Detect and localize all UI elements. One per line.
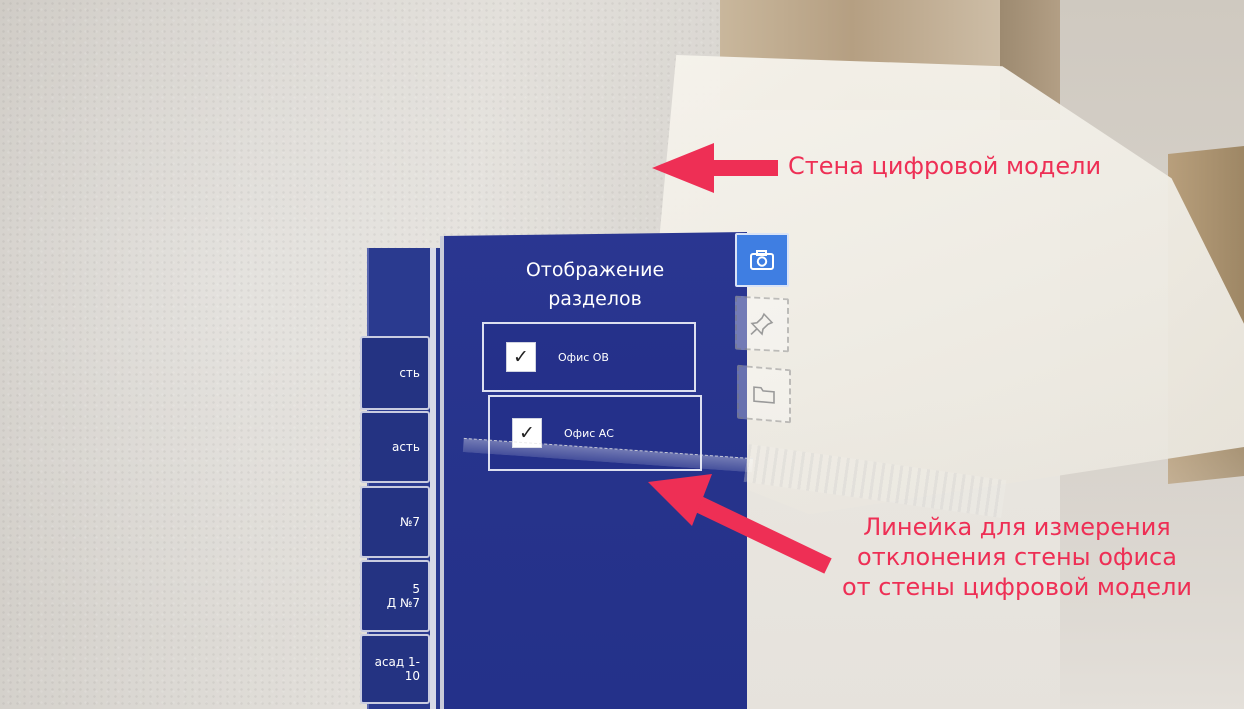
folder-button[interactable] — [737, 364, 791, 424]
camera-button[interactable] — [735, 233, 789, 287]
side-tab-label: 5 — [412, 581, 420, 596]
side-tab-label: сть — [399, 365, 420, 380]
folder-icon — [753, 386, 775, 404]
annotation-ruler-line3: от стены цифровой модели — [841, 573, 1192, 601]
annotation-ruler-line2: отклонения стены офиса — [857, 543, 1177, 571]
side-tab-label: асть — [391, 439, 420, 454]
side-tab-4[interactable]: 5 Д №7 — [360, 560, 430, 632]
section-item-ov[interactable]: ✓ Офис ОВ — [482, 322, 696, 392]
section-checkbox[interactable]: ✓ — [506, 342, 536, 372]
annotation-ruler-line1: Линейка для измерения — [863, 513, 1171, 541]
check-icon: ✓ — [513, 346, 529, 368]
side-tab-1[interactable]: сть — [360, 336, 430, 410]
camera-icon — [750, 250, 774, 270]
panel-title: Отображение разделов — [470, 256, 720, 314]
side-tab-label: асад 1-10 — [374, 654, 420, 683]
section-label: Офис ОВ — [558, 350, 609, 364]
pin-button[interactable] — [735, 295, 789, 353]
side-tab-2[interactable]: асть — [360, 411, 430, 483]
check-icon: ✓ — [519, 422, 535, 444]
section-label: Офис АС — [564, 426, 614, 440]
panel-divider — [430, 248, 436, 709]
annotation-ruler: Линейка для измерения отклонения стены о… — [790, 512, 1244, 602]
pin-icon — [750, 312, 774, 336]
side-tab-label: Д №7 — [386, 596, 420, 610]
panel-title-line2: разделов — [548, 288, 642, 310]
side-tab-3[interactable]: №7 — [360, 486, 430, 558]
panel-title-line1: Отображение — [525, 259, 665, 281]
side-tab-label: №7 — [399, 514, 420, 529]
side-tab-5[interactable]: асад 1-10 — [360, 634, 430, 704]
annotation-model-wall: Стена цифровой модели — [788, 152, 1102, 180]
